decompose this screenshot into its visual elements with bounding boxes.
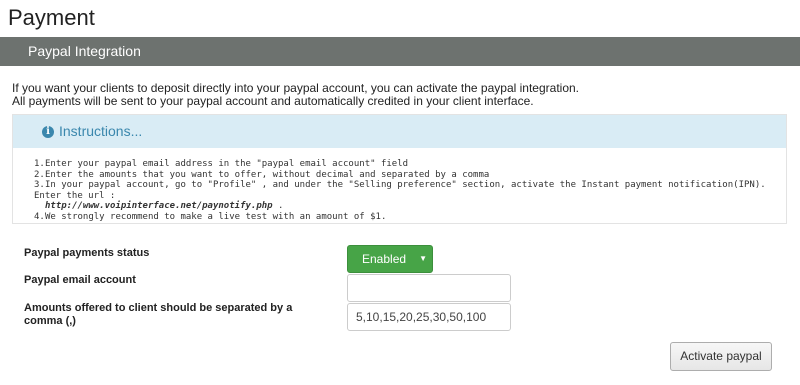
page-title: Payment [8, 5, 95, 30]
status-value: Enabled [362, 252, 407, 266]
panel-header: Paypal Integration [0, 37, 800, 66]
instructions-title: Instructions... [59, 123, 143, 139]
intro-line-2: All payments will be sent to your paypal… [12, 94, 534, 108]
amounts-label: Amounts offered to client should be sepa… [24, 302, 293, 327]
instruction-item: 4.We strongly recommend to make a live t… [34, 211, 387, 222]
instruction-item: 1.Enter your paypal email address in the… [34, 159, 409, 169]
info-icon: i [42, 125, 54, 138]
caret-down-icon: ▼ [419, 254, 427, 263]
notify-url: http://www.voipinterface.net/paynotify.p… [45, 201, 273, 212]
instruction-url-line: http://www.voipinterface.net/paynotify.p… [45, 201, 284, 212]
instructions-box: i Instructions... 1.Enter your paypal em… [12, 114, 787, 224]
email-input[interactable] [347, 274, 511, 302]
intro-text: If you want your clients to deposit dire… [12, 82, 579, 108]
status-label: Paypal payments status [24, 247, 150, 259]
instructions-list: 1.Enter your paypal email address in the… [13, 148, 786, 223]
instructions-header: i Instructions... [13, 115, 786, 148]
activate-paypal-button[interactable]: Activate paypal [670, 342, 772, 371]
email-label: Paypal email account [24, 274, 136, 286]
instruction-item: 3.In your paypal account, go to "Profile… [34, 180, 766, 201]
amounts-input[interactable]: 5,10,15,20,25,30,50,100 [347, 303, 511, 331]
instruction-item: 2.Enter the amounts that you want to off… [34, 169, 490, 180]
status-dropdown[interactable]: Enabled ▼ [347, 245, 433, 273]
